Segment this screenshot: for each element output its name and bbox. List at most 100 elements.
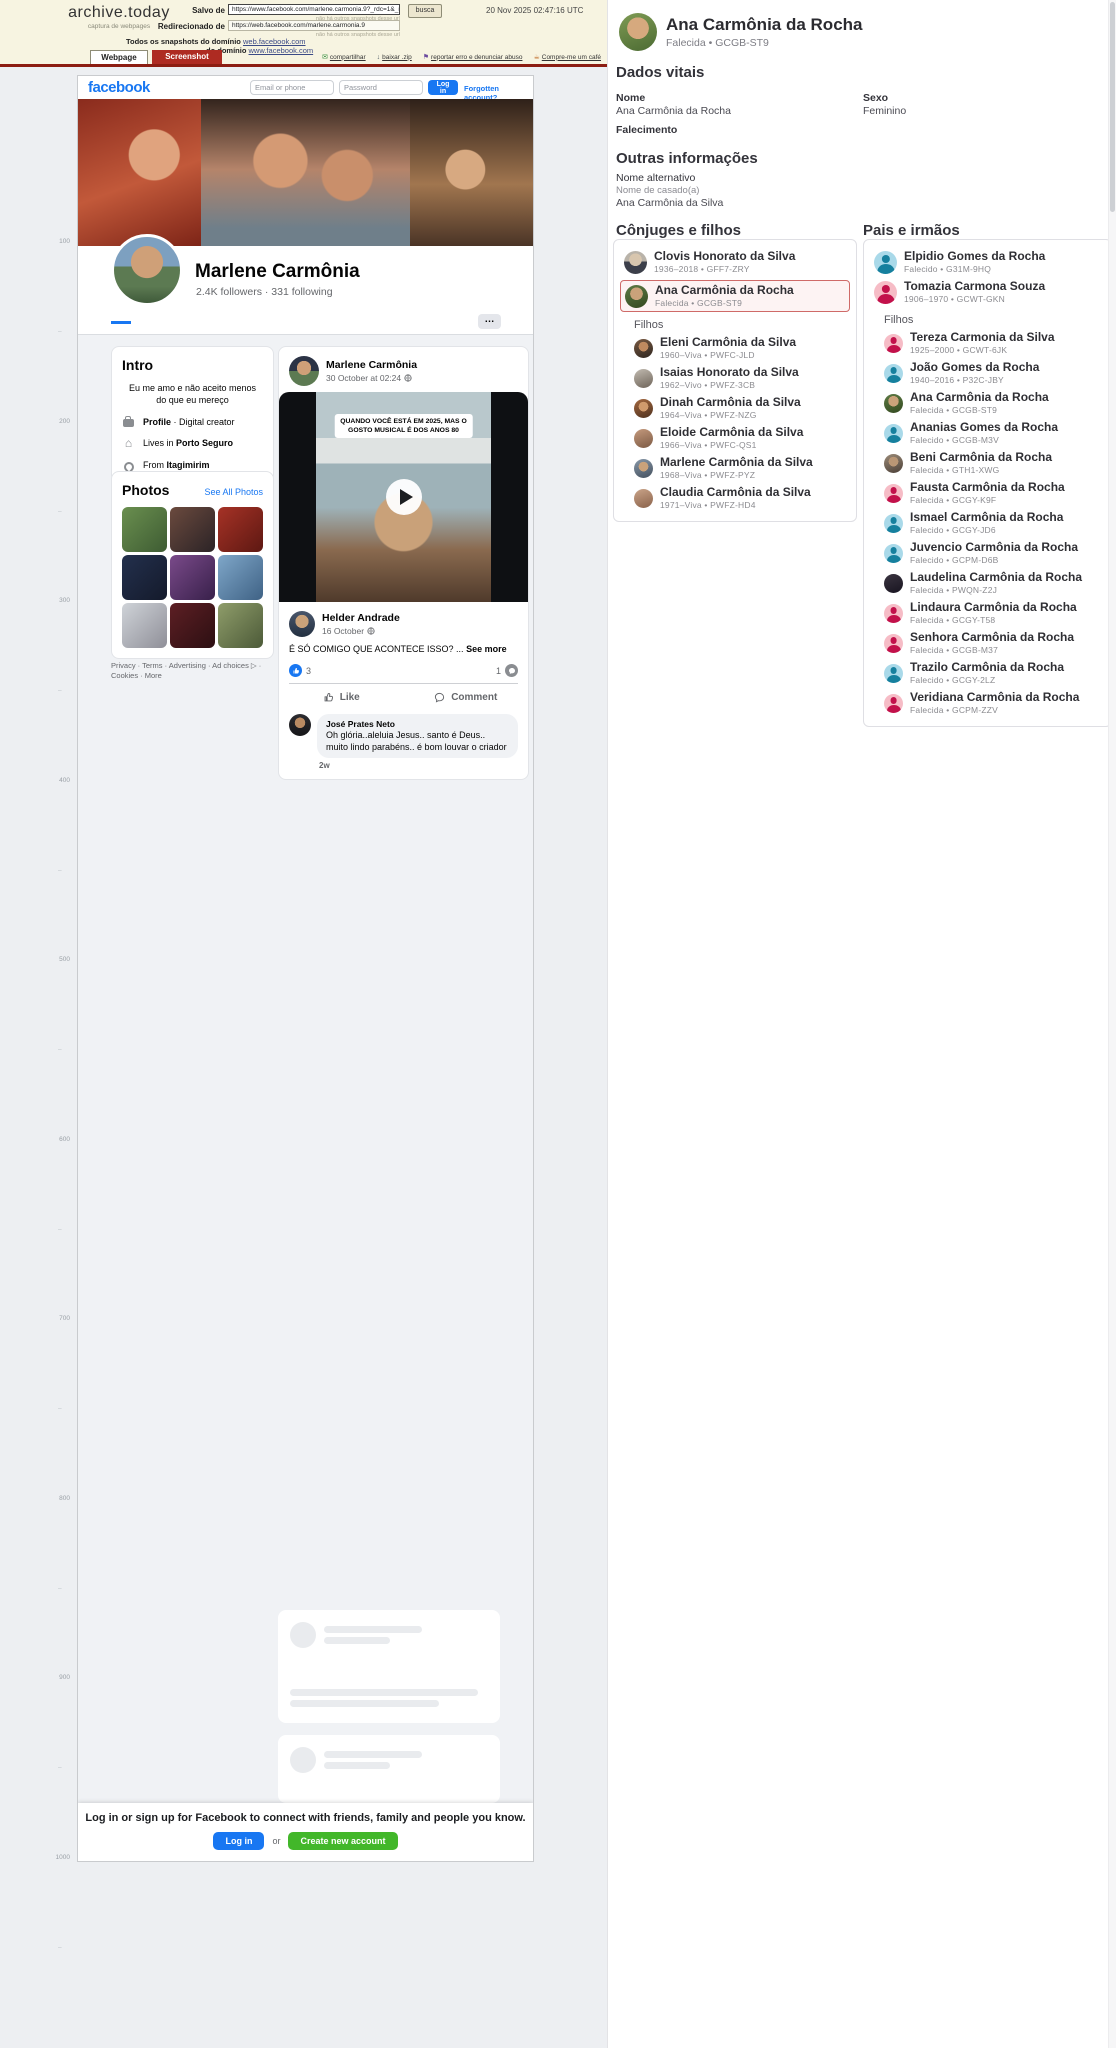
photo-thumbnail[interactable]: [122, 603, 167, 648]
play-button[interactable]: [386, 479, 422, 515]
cover-photo[interactable]: [78, 99, 533, 246]
commenter-name[interactable]: José Prates Neto: [326, 719, 509, 729]
see-all-photos-link[interactable]: See All Photos: [204, 487, 263, 497]
domain-link-www[interactable]: www.facebook.com: [249, 46, 314, 55]
ruler-tick: –: [58, 1585, 70, 1592]
person-row[interactable]: Veridiana Carmônia da RochaFalecida • GC…: [870, 688, 1105, 718]
facebook-footer-links[interactable]: Privacy · Terms · Advertising · Ad choic…: [111, 661, 281, 681]
person-row[interactable]: Tereza Carmonia da Silva1925–2000 • GCWT…: [870, 328, 1105, 358]
cover-photo-left: [78, 99, 201, 246]
tab-webpage[interactable]: Webpage: [90, 50, 148, 64]
person-row[interactable]: João Gomes da Rocha1940–2016 • P32C-JBY: [870, 358, 1105, 388]
alt-name-label: Nome alternativo: [616, 172, 695, 184]
comment-text: Oh glória..aleluia Jesus.. santo é Deus.…: [326, 730, 509, 753]
facebook-logo[interactable]: facebook: [88, 79, 150, 96]
photos-title: Photos: [122, 482, 169, 498]
person-row[interactable]: Tomazia Carmona Souza1906–1970 • GCWT-GK…: [870, 277, 1105, 307]
person-avatar[interactable]: [619, 13, 657, 51]
like-reaction-icon[interactable]: [289, 664, 302, 677]
photo-thumbnail[interactable]: [218, 603, 263, 648]
more-options-button[interactable]: …: [478, 314, 501, 329]
person-row[interactable]: Beni Carmônia da RochaFalecida • GTH1-XW…: [870, 448, 1105, 478]
post-card: Marlene Carmônia 30 October at 02:24 QUA…: [278, 346, 529, 780]
person-row[interactable]: Ismael Carmônia da RochaFalecido • GCGY-…: [870, 508, 1105, 538]
post-author-avatar[interactable]: [289, 356, 319, 386]
photo-thumbnail[interactable]: [218, 555, 263, 600]
commenter-avatar[interactable]: [289, 714, 311, 736]
archive-link[interactable]: ↓ baixar .zip: [377, 53, 412, 61]
person-row-avatar: [634, 339, 653, 358]
profile-tab[interactable]: [111, 312, 131, 324]
ruler-number: 500: [40, 956, 70, 963]
person-row[interactable]: Marlene Carmônia da Silva1968–Viva • PWF…: [620, 453, 850, 483]
person-row[interactable]: Eloide Carmônia da Silva1966–Viva • PWFC…: [620, 423, 850, 453]
person-row[interactable]: Fausta Carmônia da RochaFalecida • GCGY-…: [870, 478, 1105, 508]
person-row[interactable]: Elpidio Gomes da RochaFalecido • G31M-9H…: [870, 247, 1105, 277]
person-row[interactable]: Isaias Honorato da Silva1962–Vivo • PWFZ…: [620, 363, 850, 393]
reaction-count[interactable]: 3: [306, 666, 311, 676]
person-row[interactable]: Lindaura Carmônia da RochaFalecida • GCG…: [870, 598, 1105, 628]
tab-screenshot[interactable]: Screenshot: [152, 50, 222, 64]
profile-stats[interactable]: 2.4K followers · 331 following: [196, 286, 333, 298]
ruler-tick: –: [58, 1046, 70, 1053]
photo-thumbnail[interactable]: [170, 603, 215, 648]
scrollbar[interactable]: [1108, 0, 1116, 2048]
scrollbar-thumb[interactable]: [1110, 2, 1115, 212]
ruler-number: 900: [40, 1674, 70, 1681]
comment-button[interactable]: Comment: [404, 684, 529, 710]
create-account-button[interactable]: Create new account: [288, 1832, 397, 1850]
person-row[interactable]: Claudia Carmônia da Silva1971–Viva • PWF…: [620, 483, 850, 513]
archive-link-label: compartilhar: [330, 54, 366, 61]
archive-link[interactable]: ✉ compartilhar: [322, 53, 366, 61]
person-row[interactable]: Ana Carmônia da RochaFalecida • GCGB-ST9: [620, 280, 850, 312]
login-banner-text: Log in or sign up for Facebook to connec…: [78, 1812, 533, 1824]
profile-tab[interactable]: [135, 312, 155, 324]
ruler-tick: –: [58, 1226, 70, 1233]
attribution-avatar[interactable]: [289, 611, 315, 637]
redirected-url-input[interactable]: https://web.facebook.com/marlene.carmoni…: [228, 20, 400, 31]
email-field[interactable]: [250, 80, 334, 95]
photos-card: Photos See All Photos: [111, 471, 274, 659]
login-button[interactable]: Log in: [428, 80, 458, 95]
profile-tab[interactable]: [183, 312, 203, 324]
photo-thumbnail[interactable]: [122, 507, 167, 552]
person-row[interactable]: Clovis Honorato da Silva1936–2018 • GFF7…: [620, 247, 850, 277]
person-row-avatar: [884, 484, 903, 503]
profile-avatar[interactable]: [111, 234, 183, 306]
attribution-name[interactable]: Helder Andrade: [322, 612, 400, 624]
see-more-link[interactable]: See more: [466, 644, 507, 654]
saved-url-input[interactable]: https://www.facebook.com/marlene.carmoni…: [228, 4, 400, 15]
post-video[interactable]: QUANDO VOCÊ ESTÁ EM 2025, MAS O GOSTO MU…: [279, 392, 528, 602]
banner-login-button[interactable]: Log in: [213, 1832, 264, 1850]
person-row[interactable]: Juvencio Carmônia da RochaFalecido • GCP…: [870, 538, 1105, 568]
attribution-timestamp[interactable]: 16 October: [322, 626, 364, 636]
parents-section-title: Pais e irmãos: [863, 222, 960, 239]
archive-header: archive.today captura de webpages Salvo …: [0, 0, 607, 67]
person-row[interactable]: Laudelina Carmônia da RochaFalecida • PW…: [870, 568, 1105, 598]
like-button[interactable]: Like: [279, 684, 404, 710]
person-row[interactable]: Eleni Carmônia da Silva1960–Viva • PWFC-…: [620, 333, 850, 363]
person-row[interactable]: Senhora Carmônia da RochaFalecida • GCGB…: [870, 628, 1105, 658]
post-author-name[interactable]: Marlene Carmônia: [326, 359, 417, 371]
photo-thumbnail[interactable]: [170, 555, 215, 600]
archive-link[interactable]: ☕ Compre-me um café: [533, 53, 601, 61]
person-row[interactable]: Dinah Carmônia da Silva1964–Viva • PWFZ-…: [620, 393, 850, 423]
video-overlay-text: QUANDO VOCÊ ESTÁ EM 2025, MAS O GOSTO MU…: [334, 414, 473, 438]
search-button[interactable]: busca: [408, 4, 442, 18]
profile-tab[interactable]: [159, 312, 179, 324]
photo-thumbnail[interactable]: [170, 507, 215, 552]
person-row[interactable]: Trazilo Carmônia da RochaFalecido • GCGY…: [870, 658, 1105, 688]
photo-thumbnail[interactable]: [122, 555, 167, 600]
photo-thumbnail[interactable]: [218, 507, 263, 552]
person-row[interactable]: Ana Carmônia da RochaFalecida • GCGB-ST9: [870, 388, 1105, 418]
genealogy-panel: Ana Carmônia da Rocha Falecida • GCGB-ST…: [607, 0, 1116, 2048]
post-timestamp[interactable]: 30 October at 02:24: [326, 373, 401, 383]
password-field[interactable]: [339, 80, 423, 95]
comment-count[interactable]: 1: [496, 666, 501, 676]
archive-link[interactable]: ⚑ reportar erro e denunciar abuso: [423, 53, 523, 61]
person-row[interactable]: Ananias Gomes da RochaFalecido • GCGB-M3…: [870, 418, 1105, 448]
ruler-number: 400: [40, 777, 70, 784]
domain-link-web[interactable]: web.facebook.com: [243, 37, 306, 46]
comment-time[interactable]: 2w: [319, 761, 528, 770]
ruler-number: 800: [40, 1495, 70, 1502]
